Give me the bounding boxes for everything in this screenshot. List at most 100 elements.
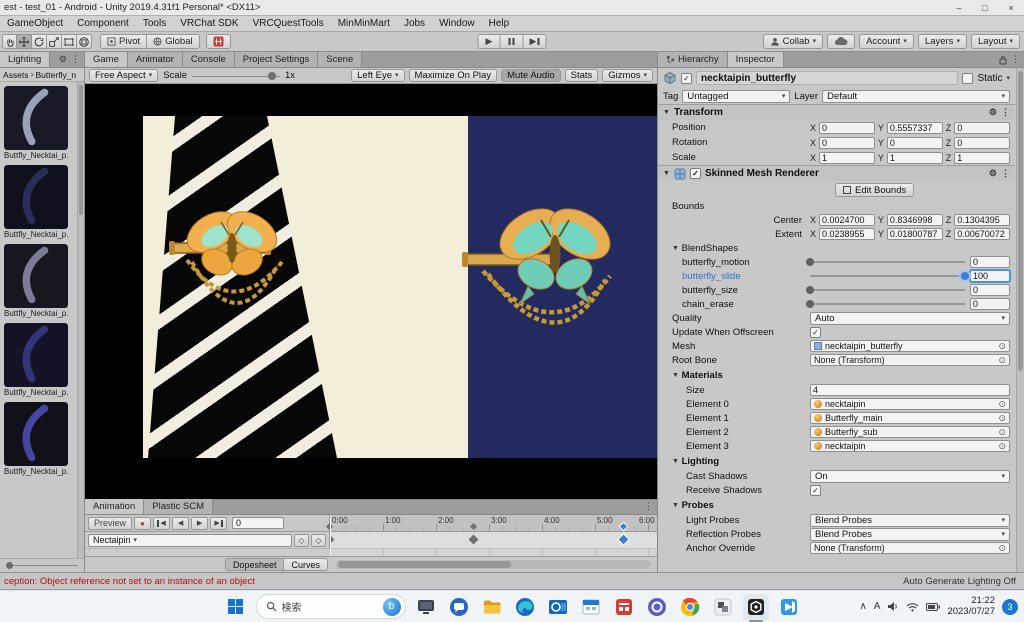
add-event-button[interactable]: ◇ bbox=[311, 534, 326, 547]
close-button[interactable]: × bbox=[998, 0, 1024, 15]
reflection-probes-dropdown[interactable]: Blend Probes ▾ bbox=[810, 528, 1010, 541]
play-button[interactable]: ▶ bbox=[478, 34, 501, 49]
add-keyframe-button[interactable]: ◇ bbox=[294, 534, 309, 547]
gameobject-cube-icon[interactable] bbox=[663, 71, 677, 85]
rotation-x-field[interactable]: 0 bbox=[819, 137, 875, 149]
keyframe-diamond[interactable] bbox=[619, 535, 629, 545]
app-icon-calendar[interactable] bbox=[578, 594, 604, 620]
minimize-button[interactable]: – bbox=[946, 0, 972, 15]
tag-dropdown[interactable]: Untagged ▾ bbox=[682, 90, 790, 103]
foldout-icon[interactable]: ▼ bbox=[672, 372, 679, 379]
rotate-tool-icon[interactable] bbox=[32, 34, 47, 49]
static-caret-icon[interactable]: ▾ bbox=[1006, 75, 1010, 82]
maximize-on-play-button[interactable]: Maximize On Play bbox=[409, 69, 498, 82]
material-field[interactable]: Butterfly_main ⊙ bbox=[810, 412, 1010, 424]
tab-console[interactable]: Console bbox=[183, 52, 235, 67]
game-scale-slider[interactable] bbox=[192, 71, 280, 81]
blendshape-slider[interactable] bbox=[810, 270, 965, 282]
rotation-y-field[interactable]: 0 bbox=[887, 137, 943, 149]
menu-vrcquesttools[interactable]: VRCQuestTools bbox=[246, 18, 331, 29]
pivot-toggle[interactable]: Pivot bbox=[100, 34, 147, 49]
menu-vrchat-sdk[interactable]: VRChat SDK bbox=[173, 18, 245, 29]
tab-animation[interactable]: Animation bbox=[85, 499, 144, 514]
lock-icon[interactable] bbox=[999, 55, 1007, 65]
blendshape-value-field[interactable]: 0 bbox=[970, 298, 1010, 310]
taskbar-search[interactable]: 検索 b bbox=[256, 594, 406, 619]
foldout-icon[interactable]: ▼ bbox=[663, 109, 670, 116]
keyframe-diamond[interactable] bbox=[468, 535, 478, 545]
materials-foldout[interactable]: ▼ Materials bbox=[658, 367, 1015, 383]
blendshapes-foldout[interactable]: ▼ BlendShapes bbox=[658, 241, 1015, 255]
asset-item[interactable]: Buttfly_Necktai_p... bbox=[4, 165, 75, 239]
menu-gameobject[interactable]: GameObject bbox=[0, 18, 70, 29]
presets-icon[interactable]: ⚙ bbox=[989, 169, 997, 178]
probes-foldout[interactable]: ▼ Probes bbox=[658, 497, 1015, 513]
tab-inspector[interactable]: Inspector bbox=[728, 52, 784, 67]
ime-indicator[interactable]: A bbox=[874, 601, 881, 612]
object-picker-icon[interactable]: ⊙ bbox=[998, 413, 1006, 424]
object-picker-icon[interactable]: ⊙ bbox=[998, 543, 1006, 554]
app-icon-store[interactable] bbox=[611, 594, 637, 620]
extent-y-field[interactable]: 0.01800787 bbox=[887, 228, 943, 240]
timeline-ruler[interactable]: 0:00 1:00 2:00 3:00 4:00 5:00 6:00 bbox=[330, 515, 657, 531]
tab-lighting[interactable]: Lighting bbox=[0, 52, 50, 67]
game-viewport[interactable] bbox=[85, 84, 657, 499]
layer-dropdown[interactable]: Default ▾ bbox=[822, 90, 1010, 103]
scale-z-field[interactable]: 1 bbox=[954, 152, 1010, 164]
app-icon-unity[interactable] bbox=[743, 594, 769, 620]
scale-x-field[interactable]: 1 bbox=[819, 152, 875, 164]
next-key-button[interactable]: ▶ bbox=[210, 517, 227, 530]
hand-tool-icon[interactable] bbox=[2, 34, 17, 49]
tray-chevron-icon[interactable]: ∧ bbox=[859, 601, 866, 612]
light-probes-dropdown[interactable]: Blend Probes ▾ bbox=[810, 514, 1010, 527]
static-checkbox[interactable] bbox=[962, 73, 973, 84]
step-button[interactable]: ▶ bbox=[524, 34, 547, 49]
materials-size-field[interactable]: 4 bbox=[810, 384, 1010, 396]
skinned-mesh-renderer-header[interactable]: ▼ ✓ Skinned Mesh Renderer ⚙ ⋮ bbox=[658, 165, 1015, 181]
clip-dropdown[interactable]: Nectaipin ▾ bbox=[88, 534, 292, 547]
app-icon-loop[interactable] bbox=[644, 594, 670, 620]
app-icon-edge[interactable] bbox=[512, 594, 538, 620]
blendshape-value-field[interactable]: 0 bbox=[970, 256, 1010, 268]
active-checkbox[interactable]: ✓ bbox=[681, 73, 692, 84]
record-button[interactable]: ● bbox=[134, 517, 151, 530]
receive-shadows-checkbox[interactable]: ✓ bbox=[810, 485, 821, 496]
asset-item[interactable]: Buttfly_Necktai_p... bbox=[4, 244, 75, 318]
auto-generate-lighting-status[interactable]: Auto Generate Lighting Off bbox=[903, 576, 1020, 587]
gameobject-name[interactable]: necktaipin_butterfly bbox=[696, 71, 958, 85]
foldout-icon[interactable]: ▼ bbox=[672, 458, 679, 465]
timeline-scrollbar[interactable] bbox=[336, 560, 651, 569]
object-picker-icon[interactable]: ⊙ bbox=[998, 341, 1006, 352]
keyframe-marker[interactable] bbox=[470, 523, 477, 530]
rotation-z-field[interactable]: 0 bbox=[954, 137, 1010, 149]
pause-button[interactable] bbox=[501, 34, 524, 49]
tab-plastic-scm[interactable]: Plastic SCM bbox=[144, 499, 213, 514]
app-icon-device[interactable] bbox=[413, 594, 439, 620]
preview-button[interactable]: Preview bbox=[88, 517, 132, 530]
start-button[interactable] bbox=[223, 594, 249, 620]
blendshape-value-field[interactable]: 100 bbox=[970, 270, 1010, 282]
menu-help[interactable]: Help bbox=[482, 18, 517, 29]
quality-dropdown[interactable]: Auto ▾ bbox=[810, 312, 1010, 325]
center-x-field[interactable]: 0.0024700 bbox=[819, 214, 875, 226]
notification-badge[interactable]: 3 bbox=[1002, 599, 1018, 615]
component-menu-icon[interactable]: ⋮ bbox=[1001, 169, 1010, 178]
edit-bounds-button[interactable]: Edit Bounds bbox=[835, 183, 914, 197]
material-field[interactable]: Butterfly_sub ⊙ bbox=[810, 426, 1010, 438]
tab-project-settings[interactable]: Project Settings bbox=[235, 52, 319, 67]
blendshape-slider[interactable] bbox=[810, 284, 965, 296]
red-tool-button[interactable] bbox=[206, 34, 231, 49]
app-icon-grey[interactable] bbox=[710, 594, 736, 620]
mute-audio-button[interactable]: Mute Audio bbox=[501, 69, 561, 82]
anchor-override-field[interactable]: None (Transform) ⊙ bbox=[810, 542, 1010, 554]
transform-tool-icon[interactable] bbox=[77, 34, 92, 49]
breadcrumb-current[interactable]: Butterfly_n bbox=[36, 70, 77, 80]
update-offscreen-checkbox[interactable]: ✓ bbox=[810, 327, 821, 338]
presets-icon[interactable]: ⚙ bbox=[989, 108, 997, 117]
track-row[interactable] bbox=[330, 532, 657, 549]
menu-dots-icon[interactable]: ⋮ bbox=[644, 502, 653, 511]
keyframe-marker[interactable] bbox=[620, 523, 627, 530]
bing-icon[interactable]: b bbox=[383, 598, 401, 616]
lighting-foldout[interactable]: ▼ Lighting bbox=[658, 453, 1015, 469]
move-tool-icon[interactable] bbox=[17, 34, 32, 49]
